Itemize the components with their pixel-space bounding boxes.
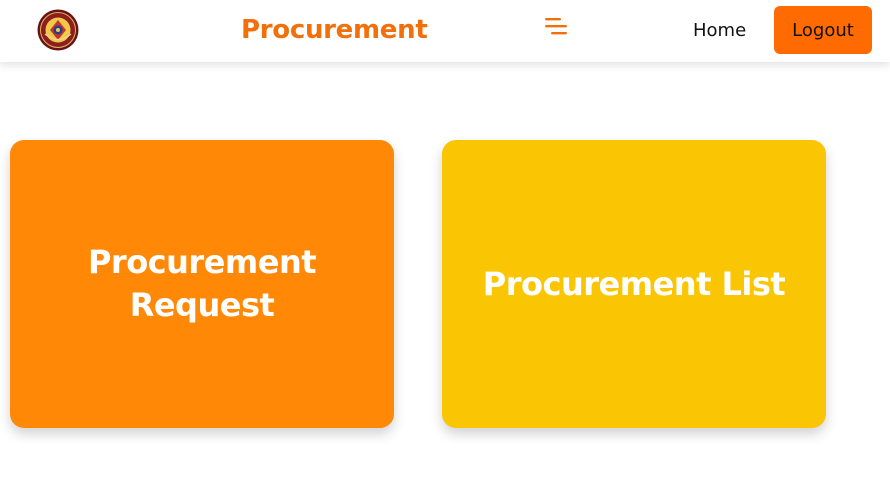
procurement-list-card[interactable]: Procurement List xyxy=(442,140,826,428)
page-title: Procurement xyxy=(241,15,428,45)
procurement-request-label: Procurement Request xyxy=(87,243,317,324)
procurement-request-card[interactable]: Procurement Request xyxy=(10,140,394,428)
top-navbar: Procurement Home Logout xyxy=(0,0,890,62)
hamburger-menu-icon[interactable] xyxy=(542,15,568,39)
procurement-list-label: Procurement List xyxy=(482,264,786,303)
university-seal-logo-icon[interactable] xyxy=(37,9,79,51)
logout-button[interactable]: Logout xyxy=(774,6,872,54)
home-link[interactable]: Home xyxy=(693,18,746,44)
